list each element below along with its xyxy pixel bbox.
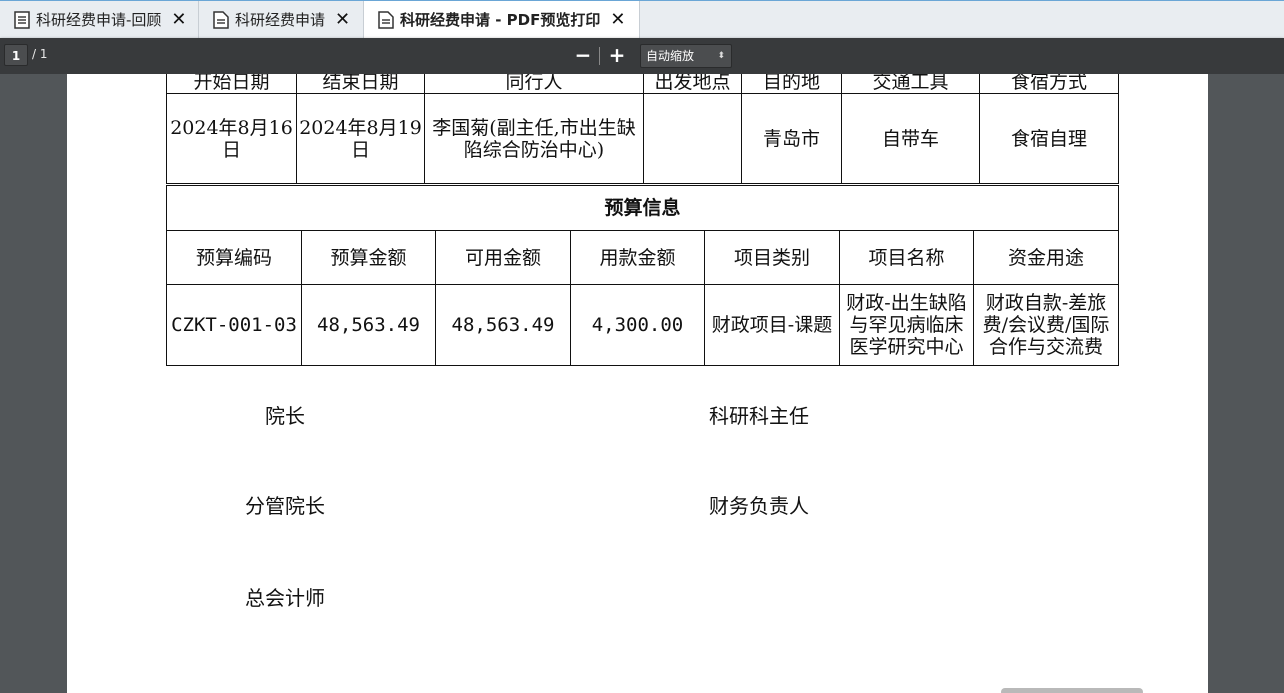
budget-row: CZKT-001-03 48,563.49 48,563.49 4,300.00…	[166, 284, 1120, 366]
trip-row: 2024年8月16日 2024年8月19日 李国菊(副主任,市出生缺陷综合防治中…	[166, 93, 1119, 184]
budget-header-row: 预算编码 预算金额 可用金额 用款金额 项目类别 项目名称 资金用途	[166, 230, 1120, 285]
signature-dean: 院长	[265, 404, 305, 428]
updown-arrow-icon: ⬍	[717, 51, 725, 61]
zoom-value: 自动缩放	[646, 49, 695, 63]
trip-header-row: 开始日期 结束日期 同行人 出发地点 目的地 交通工具 食宿方式	[166, 74, 1119, 94]
budget-title: 预算信息	[165, 185, 1120, 231]
zoom-select[interactable]: 自动缩放 ⬍	[640, 44, 732, 68]
transport: 自带车	[841, 93, 980, 184]
trip-table: 开始日期 结束日期 同行人 出发地点 目的地 交通工具 食宿方式 2024年8月…	[166, 74, 1119, 184]
document-icon	[378, 10, 394, 29]
zoom-out-button[interactable]: −	[572, 44, 594, 68]
signature-vice-dean: 分管院长	[245, 494, 325, 518]
signature-research-director: 科研科主任	[709, 404, 809, 428]
header-cell: 食宿方式	[979, 74, 1119, 94]
project-category: 财政项目-课题	[704, 284, 840, 366]
page-number-input[interactable]: 1	[4, 44, 28, 66]
close-icon[interactable]: ✕	[335, 10, 350, 29]
origin	[643, 93, 742, 184]
fund-purpose: 财政自款-差旅费/会议费/国际合作与交流费	[982, 292, 1110, 358]
tab-label: 科研经费申请 - PDF预览打印	[400, 11, 601, 29]
header-cell: 目的地	[741, 74, 842, 94]
project-name: 财政-出生缺陷与罕见病临床医学研究中心	[846, 292, 967, 358]
budget-title-row: 预算信息	[165, 185, 1120, 231]
budget-code: CZKT-001-03	[166, 284, 302, 366]
tab-bar: 科研经费申请-回顾 ✕ 科研经费申请 ✕ 科研经费申请 - PDF预览打印 ✕	[0, 0, 1284, 38]
budget-amount: 48,563.49	[301, 284, 436, 366]
signature-finance-head: 财务负责人	[709, 494, 809, 518]
used-amount: 4,300.00	[570, 284, 705, 366]
pdf-page: 开始日期 结束日期 同行人 出发地点 目的地 交通工具 食宿方式 2024年8月…	[67, 74, 1208, 693]
horizontal-scrollbar[interactable]	[1001, 688, 1143, 693]
header-cell: 交通工具	[841, 74, 980, 94]
document-icon	[14, 10, 30, 29]
pdf-toolbar: 1 / 1 − + 自动缩放 ⬍	[0, 38, 1284, 74]
signature-chief-accountant: 总会计师	[245, 586, 325, 610]
header-cell: 出发地点	[643, 74, 742, 94]
companion: 李国菊(副主任,市出生缺陷综合防治中心)	[424, 93, 644, 184]
pdf-viewer[interactable]: 开始日期 结束日期 同行人 出发地点 目的地 交通工具 食宿方式 2024年8月…	[0, 74, 1284, 693]
header-cell: 项目类别	[704, 230, 840, 285]
lodging: 食宿自理	[979, 93, 1119, 184]
start-date: 2024年8月16日	[166, 93, 297, 184]
page-count: / 1	[32, 47, 48, 61]
project-name-cell: 财政-出生缺陷与罕见病临床医学研究中心	[839, 284, 974, 366]
header-cell: 预算金额	[301, 230, 436, 285]
header-cell: 预算编码	[166, 230, 302, 285]
destination: 青岛市	[741, 93, 842, 184]
end-date: 2024年8月19日	[296, 93, 425, 184]
tab-research-fund-apply[interactable]: 科研经费申请 ✕	[199, 1, 364, 38]
header-cell: 项目名称	[839, 230, 974, 285]
close-icon[interactable]: ✕	[610, 10, 625, 29]
tab-label: 科研经费申请-回顾	[36, 11, 162, 29]
toolbar-divider	[599, 47, 600, 65]
tab-research-fund-review[interactable]: 科研经费申请-回顾 ✕	[0, 1, 199, 38]
close-icon[interactable]: ✕	[171, 10, 186, 29]
tab-pdf-preview-print[interactable]: 科研经费申请 - PDF预览打印 ✕	[364, 1, 640, 38]
tab-label: 科研经费申请	[235, 11, 326, 29]
header-cell: 资金用途	[972, 230, 1120, 285]
header-cell: 结束日期	[296, 74, 425, 94]
document-icon	[213, 10, 229, 29]
header-cell: 用款金额	[570, 230, 705, 285]
fund-purpose-cell: 财政自款-差旅费/会议费/国际合作与交流费	[972, 284, 1120, 366]
header-cell: 同行人	[424, 74, 644, 94]
header-cell: 可用金额	[435, 230, 571, 285]
budget-table: 预算信息 预算编码 预算金额 可用金额 用款金额 项目类别 项目名称 资金用途 …	[165, 185, 1120, 366]
zoom-in-button[interactable]: +	[606, 44, 628, 68]
available-amount: 48,563.49	[435, 284, 571, 366]
header-cell: 开始日期	[166, 74, 297, 94]
